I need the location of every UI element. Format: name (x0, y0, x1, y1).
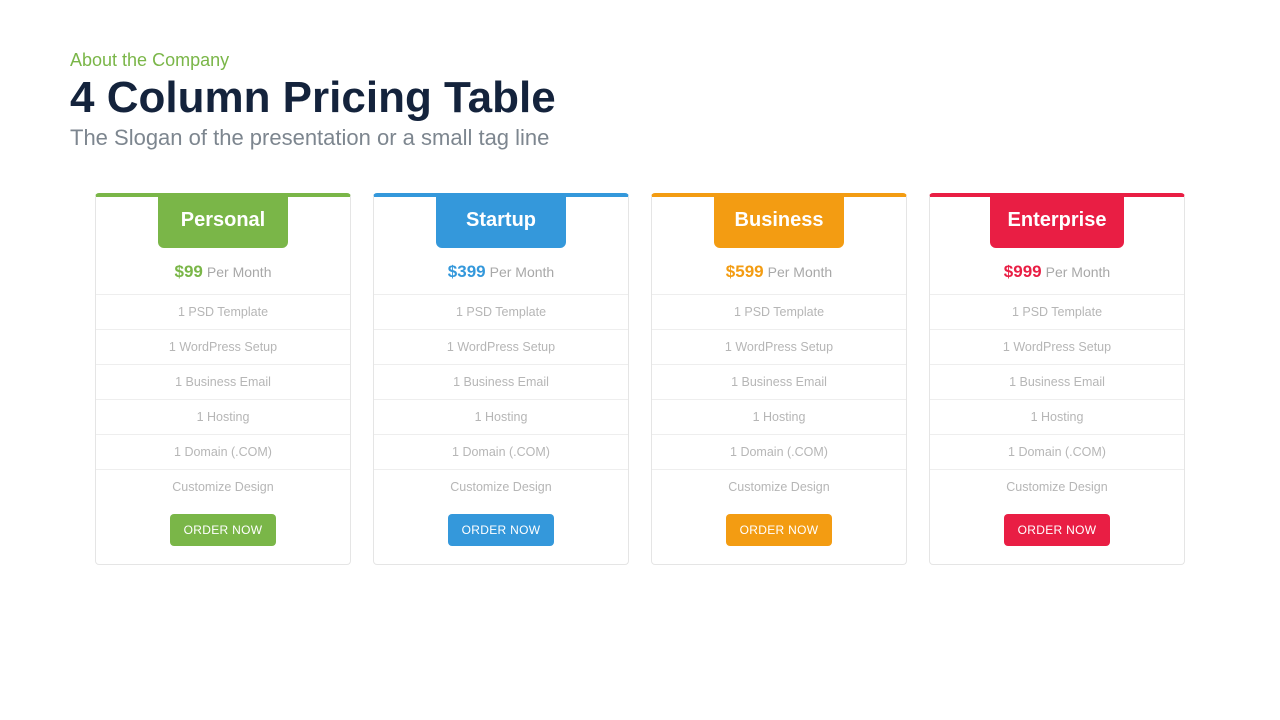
feature-item: 1 PSD Template (374, 295, 628, 330)
pricing-card-startup: Startup $399Per Month 1 PSD Template 1 W… (373, 193, 629, 565)
order-button[interactable]: ORDER NOW (726, 514, 833, 546)
header-block: About the Company 4 Column Pricing Table… (70, 50, 1210, 151)
plan-badge: Startup (436, 193, 566, 248)
page-title: 4 Column Pricing Table (70, 75, 1210, 121)
pricing-card-business: Business $599Per Month 1 PSD Template 1 … (651, 193, 907, 565)
feature-item: Customize Design (96, 470, 350, 504)
feature-item: Customize Design (930, 470, 1184, 504)
feature-item: 1 PSD Template (930, 295, 1184, 330)
order-button[interactable]: ORDER NOW (1004, 514, 1111, 546)
feature-item: 1 Hosting (96, 400, 350, 435)
price-row: $599Per Month (652, 248, 906, 295)
feature-item: 1 Business Email (930, 365, 1184, 400)
price-value: $999 (1004, 262, 1042, 281)
price-row: $399Per Month (374, 248, 628, 295)
pricing-cards-row: Personal $99Per Month 1 PSD Template 1 W… (70, 193, 1210, 565)
feature-item: 1 Hosting (930, 400, 1184, 435)
plan-badge: Personal (158, 193, 288, 248)
price-value: $399 (448, 262, 486, 281)
price-value: $99 (175, 262, 203, 281)
feature-item: 1 PSD Template (652, 295, 906, 330)
plan-badge: Business (714, 193, 844, 248)
feature-item: 1 Domain (.COM) (652, 435, 906, 470)
pricing-card-enterprise: Enterprise $999Per Month 1 PSD Template … (929, 193, 1185, 565)
feature-item: 1 Domain (.COM) (96, 435, 350, 470)
feature-item: 1 Domain (.COM) (930, 435, 1184, 470)
feature-item: 1 WordPress Setup (652, 330, 906, 365)
order-button[interactable]: ORDER NOW (170, 514, 277, 546)
feature-item: 1 Business Email (652, 365, 906, 400)
price-period: Per Month (1046, 264, 1111, 280)
price-period: Per Month (490, 264, 555, 280)
price-row: $999Per Month (930, 248, 1184, 295)
subtitle-text: The Slogan of the presentation or a smal… (70, 125, 1210, 151)
kicker-text: About the Company (70, 50, 1210, 71)
feature-item: Customize Design (652, 470, 906, 504)
feature-item: 1 WordPress Setup (930, 330, 1184, 365)
feature-item: 1 PSD Template (96, 295, 350, 330)
pricing-card-personal: Personal $99Per Month 1 PSD Template 1 W… (95, 193, 351, 565)
plan-badge: Enterprise (990, 193, 1125, 248)
feature-item: 1 Hosting (374, 400, 628, 435)
price-period: Per Month (207, 264, 272, 280)
feature-item: 1 WordPress Setup (96, 330, 350, 365)
price-period: Per Month (768, 264, 833, 280)
order-button[interactable]: ORDER NOW (448, 514, 555, 546)
feature-item: 1 WordPress Setup (374, 330, 628, 365)
feature-item: 1 Business Email (374, 365, 628, 400)
feature-item: 1 Hosting (652, 400, 906, 435)
feature-item: 1 Domain (.COM) (374, 435, 628, 470)
price-row: $99Per Month (96, 248, 350, 295)
feature-item: 1 Business Email (96, 365, 350, 400)
price-value: $599 (726, 262, 764, 281)
feature-item: Customize Design (374, 470, 628, 504)
